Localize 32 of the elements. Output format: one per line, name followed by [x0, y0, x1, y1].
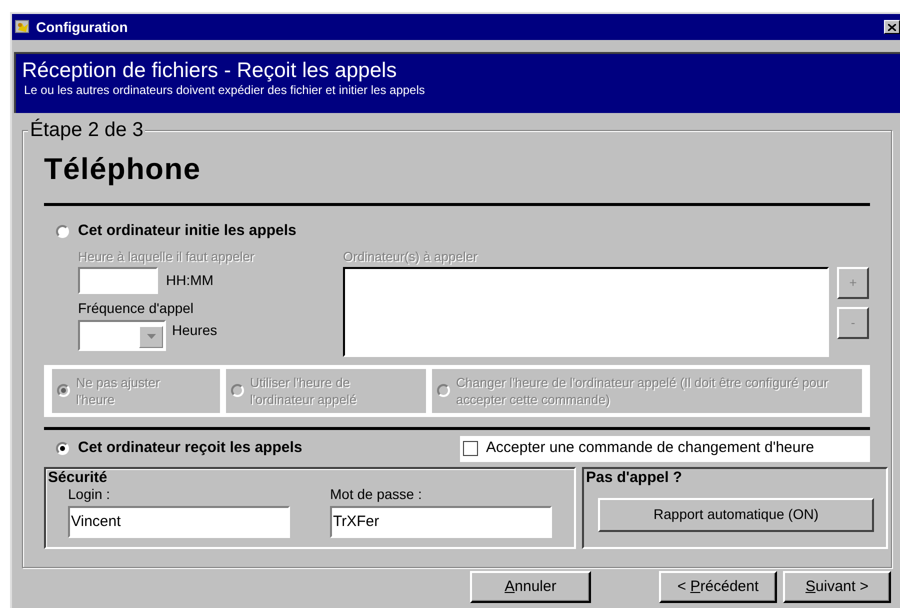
time-format-label: HH:MM: [166, 270, 214, 290]
radio-label[interactable]: Cet ordinateur reçoit les appels: [78, 437, 302, 460]
close-button[interactable]: [884, 20, 900, 34]
radio-label[interactable]: Cet ordinateur initie les appels: [78, 220, 296, 242]
password-label: Mot de passe :: [330, 486, 422, 502]
computer-list[interactable]: [343, 266, 829, 356]
back-button[interactable]: < Précédent: [659, 571, 777, 603]
next-button[interactable]: Suivant >: [783, 571, 891, 603]
checkbox[interactable]: [463, 441, 478, 456]
auto-report-button[interactable]: Rapport automatique (ON): [598, 498, 874, 532]
radio-button[interactable]: [56, 224, 69, 238]
call-time-label: Heure à laquelle il faut appeler: [78, 248, 254, 264]
password-field[interactable]: TrXFer: [330, 506, 552, 538]
login-label: Login :: [68, 486, 110, 502]
radio-button[interactable]: [56, 442, 69, 455]
window-title: Configuration: [36, 18, 128, 37]
dropdown-arrow-icon: [146, 334, 156, 339]
frequency-unit: Heures: [172, 320, 218, 340]
time-field[interactable]: [78, 266, 158, 294]
frequency-dropdown[interactable]: [78, 320, 166, 350]
header-subtitle: Le ou les autres ordinateurs doivent expédier des fichier et initier les appels: [24, 83, 426, 97]
no-call-title: Pas d'appel ?: [586, 468, 682, 486]
step-label: Étape 2 de 3: [28, 118, 146, 142]
header-title: Réception de fichiers - Reçoit les appels: [22, 59, 398, 83]
frequency-label: Fréquence d'appel: [78, 300, 194, 316]
app-icon: [14, 18, 32, 36]
section-title: Téléphone: [44, 153, 201, 187]
login-field[interactable]: Vincent: [68, 506, 290, 538]
security-title: Sécurité: [48, 468, 108, 486]
close-icon: [888, 24, 896, 30]
cancel-button[interactable]: Annuler: [470, 571, 591, 603]
computers-label: Ordinateur(s) à appeler: [343, 248, 478, 264]
